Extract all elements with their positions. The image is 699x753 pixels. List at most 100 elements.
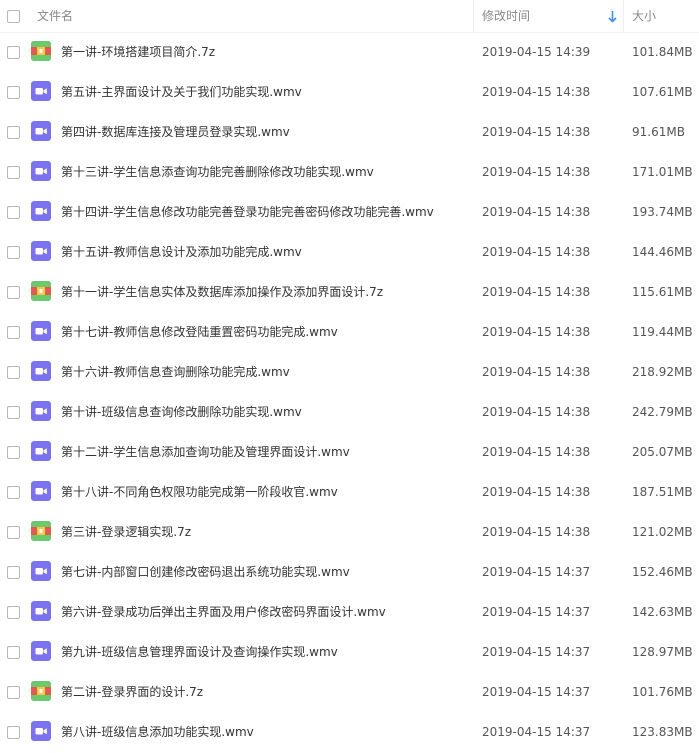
table-row[interactable]: 第五讲-主界面设计及关于我们功能实现.wmv 2019-04-15 14:38 10… xyxy=(0,73,699,113)
file-name[interactable]: 第二讲-登录界面的设计.7z xyxy=(61,673,203,711)
file-modified-time: 2019-04-15 14:38 xyxy=(482,285,591,299)
table-row[interactable]: 第十七讲-教师信息修改登陆重置密码功能完成.wmv 2019-04-15 14:3… xyxy=(0,313,699,353)
table-row[interactable]: 第四讲-数据库连接及管理员登录实现.wmv 2019-04-15 14:38 91.… xyxy=(0,113,699,153)
table-row[interactable]: 第十一讲-学生信息实体及数据库添加操作及添加界面设计.7z 2019-04-15 … xyxy=(0,273,699,313)
select-all-checkbox[interactable] xyxy=(7,10,20,23)
file-name[interactable]: 第三讲-登录逻辑实现.7z xyxy=(61,513,191,551)
file-modified-time: 2019-04-15 14:38 xyxy=(482,405,591,419)
file-name[interactable]: 第七讲-内部窗口创建修改密码退出系统功能实现.wmv xyxy=(61,553,350,591)
table-row[interactable]: 第十五讲-教师信息设计及添加功能完成.wmv 2019-04-15 14:38 14… xyxy=(0,233,699,273)
file-modified-time: 2019-04-15 14:38 xyxy=(482,245,591,259)
table-row[interactable]: 第十六讲-教师信息查询删除功能完成.wmv 2019-04-15 14:38 218… xyxy=(0,353,699,393)
video-icon xyxy=(31,241,51,261)
file-modified-time: 2019-04-15 14:38 xyxy=(482,325,591,339)
table-row[interactable]: 第一讲-环境搭建项目简介.7z 2019-04-15 14:39 101.84MB xyxy=(0,33,699,73)
row-checkbox[interactable] xyxy=(7,446,20,459)
file-name[interactable]: 第十讲-班级信息查询修改删除功能实现.wmv xyxy=(61,393,302,431)
file-name[interactable]: 第十七讲-教师信息修改登陆重置密码功能完成.wmv xyxy=(61,313,338,351)
file-size: 142.63MB xyxy=(632,605,693,619)
archive-icon xyxy=(31,521,51,541)
file-name[interactable]: 第六讲-登录成功后弹出主界面及用户修改密码界面设计.wmv xyxy=(61,593,386,631)
archive-icon xyxy=(31,281,51,301)
table-row[interactable]: 第十四讲-学生信息修改功能完善登录功能完善密码修改功能完善.wmv 2019-04… xyxy=(0,193,699,233)
row-checkbox[interactable] xyxy=(7,86,20,99)
file-modified-time: 2019-04-15 14:38 xyxy=(482,365,591,379)
video-icon xyxy=(31,401,51,421)
column-divider[interactable] xyxy=(473,0,474,32)
file-name[interactable]: 第八讲-班级信息添加功能实现.wmv xyxy=(61,713,254,751)
file-size: 171.01MB xyxy=(632,165,693,179)
video-icon xyxy=(31,161,51,181)
video-icon xyxy=(31,481,51,501)
file-size: 107.61MB xyxy=(632,85,693,99)
table-row[interactable]: 第九讲-班级信息管理界面设计及查询操作实现.wmv 2019-04-15 14:3… xyxy=(0,633,699,673)
file-name[interactable]: 第十三讲-学生信息添查询功能完善删除修改功能实现.wmv xyxy=(61,153,374,191)
row-checkbox[interactable] xyxy=(7,566,20,579)
file-modified-time: 2019-04-15 14:38 xyxy=(482,85,591,99)
row-checkbox[interactable] xyxy=(7,126,20,139)
table-row[interactable]: 第三讲-登录逻辑实现.7z 2019-04-15 14:38 121.02MB xyxy=(0,513,699,553)
file-name[interactable]: 第十二讲-学生信息添加查询功能及管理界面设计.wmv xyxy=(61,433,350,471)
table-row[interactable]: 第七讲-内部窗口创建修改密码退出系统功能实现.wmv 2019-04-15 14:… xyxy=(0,553,699,593)
row-checkbox[interactable] xyxy=(7,286,20,299)
file-name[interactable]: 第十八讲-不同角色权限功能完成第一阶段收官.wmv xyxy=(61,473,338,511)
row-checkbox[interactable] xyxy=(7,166,20,179)
row-checkbox[interactable] xyxy=(7,206,20,219)
row-checkbox[interactable] xyxy=(7,326,20,339)
file-name[interactable]: 第十一讲-学生信息实体及数据库添加操作及添加界面设计.7z xyxy=(61,273,383,311)
video-icon xyxy=(31,321,51,341)
file-name[interactable]: 第四讲-数据库连接及管理员登录实现.wmv xyxy=(61,113,290,151)
table-row[interactable]: 第二讲-登录界面的设计.7z 2019-04-15 14:37 101.76MB xyxy=(0,673,699,713)
row-checkbox[interactable] xyxy=(7,646,20,659)
file-name[interactable]: 第五讲-主界面设计及关于我们功能实现.wmv xyxy=(61,73,302,111)
column-header-time[interactable]: 修改时间 xyxy=(482,0,530,32)
file-modified-time: 2019-04-15 14:37 xyxy=(482,565,591,579)
table-row[interactable]: 第十讲-班级信息查询修改删除功能实现.wmv 2019-04-15 14:38 24… xyxy=(0,393,699,433)
file-list: 文件名 修改时间 大小 第一讲-环境搭建项目简介.7z 2019-04-15 14… xyxy=(0,0,699,753)
row-checkbox[interactable] xyxy=(7,726,20,739)
video-icon xyxy=(31,441,51,461)
file-name[interactable]: 第十五讲-教师信息设计及添加功能完成.wmv xyxy=(61,233,302,271)
table-row[interactable]: 第十三讲-学生信息添查询功能完善删除修改功能实现.wmv 2019-04-15 1… xyxy=(0,153,699,193)
row-checkbox[interactable] xyxy=(7,526,20,539)
file-modified-time: 2019-04-15 14:38 xyxy=(482,525,591,539)
file-name[interactable]: 第九讲-班级信息管理界面设计及查询操作实现.wmv xyxy=(61,633,338,671)
file-name[interactable]: 第十六讲-教师信息查询删除功能完成.wmv xyxy=(61,353,290,391)
video-icon xyxy=(31,721,51,741)
row-checkbox[interactable] xyxy=(7,686,20,699)
file-modified-time: 2019-04-15 14:38 xyxy=(482,165,591,179)
column-header-size[interactable]: 大小 xyxy=(632,0,656,32)
table-row[interactable]: 第十八讲-不同角色权限功能完成第一阶段收官.wmv 2019-04-15 14:3… xyxy=(0,473,699,513)
file-size: 123.83MB xyxy=(632,725,693,739)
file-name[interactable]: 第一讲-环境搭建项目简介.7z xyxy=(61,33,215,71)
video-icon xyxy=(31,361,51,381)
row-checkbox[interactable] xyxy=(7,246,20,259)
column-divider[interactable] xyxy=(623,0,624,32)
table-row[interactable]: 第十二讲-学生信息添加查询功能及管理界面设计.wmv 2019-04-15 14:… xyxy=(0,433,699,473)
file-size: 119.44MB xyxy=(632,325,693,339)
file-modified-time: 2019-04-15 14:38 xyxy=(482,125,591,139)
file-size: 242.79MB xyxy=(632,405,693,419)
row-checkbox[interactable] xyxy=(7,606,20,619)
row-checkbox[interactable] xyxy=(7,366,20,379)
row-checkbox[interactable] xyxy=(7,46,20,59)
file-rows: 第一讲-环境搭建项目简介.7z 2019-04-15 14:39 101.84MB 第… xyxy=(0,33,699,753)
archive-icon xyxy=(31,681,51,701)
row-checkbox[interactable] xyxy=(7,486,20,499)
file-modified-time: 2019-04-15 14:37 xyxy=(482,685,591,699)
sort-descending-icon[interactable] xyxy=(608,10,617,23)
table-row[interactable]: 第六讲-登录成功后弹出主界面及用户修改密码界面设计.wmv 2019-04-15 … xyxy=(0,593,699,633)
file-size: 128.97MB xyxy=(632,645,693,659)
file-size: 205.07MB xyxy=(632,445,693,459)
video-icon xyxy=(31,641,51,661)
file-size: 91.61MB xyxy=(632,125,685,139)
video-icon xyxy=(31,601,51,621)
file-modified-time: 2019-04-15 14:39 xyxy=(482,45,591,59)
video-icon xyxy=(31,561,51,581)
file-size: 218.92MB xyxy=(632,365,693,379)
table-row[interactable]: 第八讲-班级信息添加功能实现.wmv 2019-04-15 14:37 123.83… xyxy=(0,713,699,753)
file-size: 101.84MB xyxy=(632,45,693,59)
file-name[interactable]: 第十四讲-学生信息修改功能完善登录功能完善密码修改功能完善.wmv xyxy=(61,193,434,231)
row-checkbox[interactable] xyxy=(7,406,20,419)
column-header-name[interactable]: 文件名 xyxy=(37,0,73,32)
